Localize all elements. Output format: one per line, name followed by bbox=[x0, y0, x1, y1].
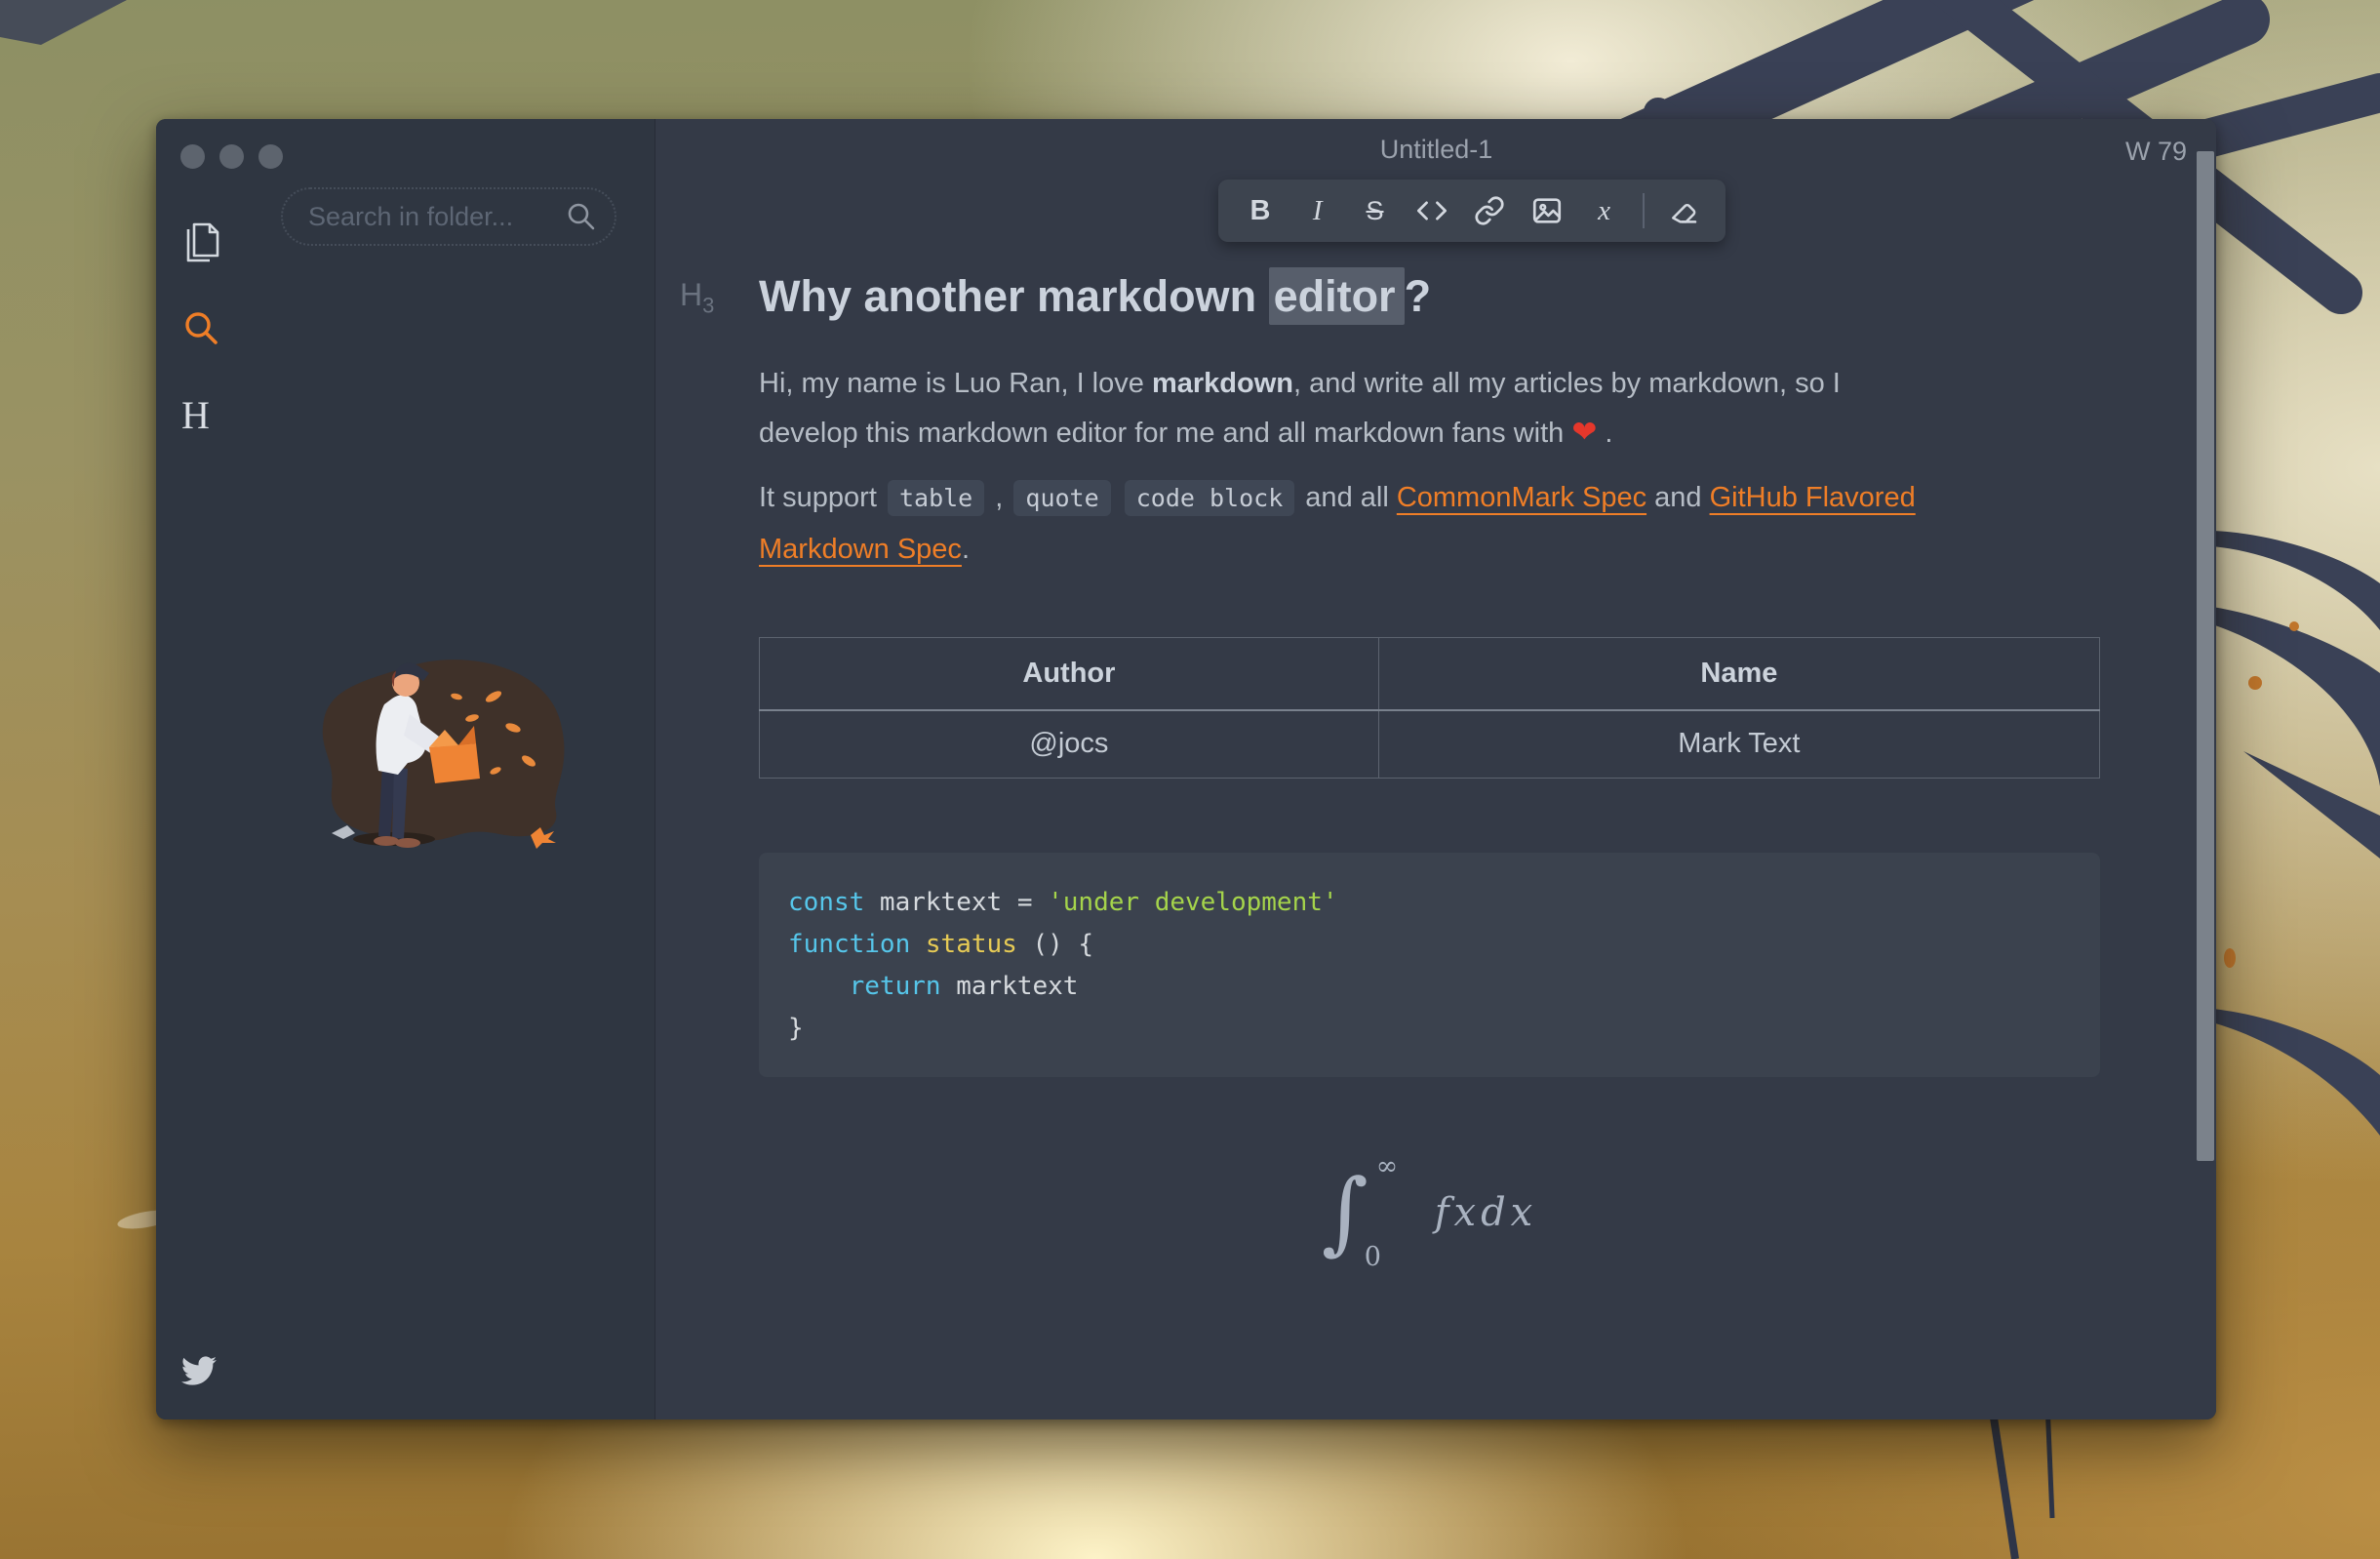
eraser-icon bbox=[1672, 203, 1697, 223]
window-zoom-button[interactable] bbox=[258, 144, 283, 169]
clear-format-button[interactable] bbox=[1665, 189, 1702, 232]
search-in-folder-field bbox=[281, 187, 616, 246]
table-row: @jocs Mark Text bbox=[759, 709, 2101, 779]
strikethrough-button[interactable]: S bbox=[1357, 189, 1394, 232]
twitter-icon bbox=[181, 1356, 217, 1385]
editor-area: Untitled-1 W 79 B I S x H3 Why another m… bbox=[656, 119, 2216, 1419]
search-input[interactable] bbox=[308, 201, 566, 232]
format-toolbar: B I S x bbox=[1218, 180, 1726, 242]
marktext-window: H bbox=[156, 119, 2216, 1419]
toolbar-divider bbox=[1643, 193, 1646, 228]
document-title: Untitled-1 bbox=[1379, 135, 1493, 164]
author-table: Author Name @jocs Mark Text bbox=[759, 637, 2101, 779]
document-heading[interactable]: Why another markdown editor? bbox=[759, 258, 2105, 336]
math-block[interactable]: ∫ ∞ 0 fxdx bbox=[759, 1151, 2100, 1272]
paragraph-features[interactable]: It support table , quote code block and … bbox=[759, 472, 2110, 575]
paragraph-intro[interactable]: Hi, my name is Luo Ran, I love markdown,… bbox=[759, 359, 2110, 458]
image-button[interactable] bbox=[1528, 189, 1566, 232]
sidebar-search-tab[interactable] bbox=[183, 310, 220, 347]
integral-limits: ∞ 0 bbox=[1364, 1151, 1399, 1272]
empty-illustration bbox=[322, 660, 565, 849]
code-block[interactable]: const marktext = 'under development' func… bbox=[759, 853, 2100, 1077]
table-cell-name[interactable]: Mark Text bbox=[1377, 709, 2101, 779]
table-header-name[interactable]: Name bbox=[1377, 637, 2101, 711]
link-button[interactable] bbox=[1471, 189, 1508, 232]
bold-button[interactable]: B bbox=[1242, 189, 1279, 232]
sidebar: H bbox=[156, 119, 655, 1419]
math-body: fxdx bbox=[1434, 1190, 1538, 1235]
scrollbar-thumb[interactable] bbox=[2197, 151, 2214, 1161]
sidebar-search-icon bbox=[185, 312, 218, 344]
code-icon bbox=[1417, 201, 1448, 220]
window-minimize-button[interactable] bbox=[219, 144, 244, 169]
sidebar-documents-button[interactable] bbox=[183, 220, 224, 265]
italic-button[interactable]: I bbox=[1299, 189, 1336, 232]
inline-math-button[interactable]: x bbox=[1586, 189, 1623, 232]
window-close-button[interactable] bbox=[180, 144, 205, 169]
heading-level-gutter: H3 bbox=[680, 277, 715, 318]
search-icon bbox=[568, 203, 595, 230]
twitter-link[interactable] bbox=[181, 1356, 217, 1385]
link-icon bbox=[1475, 196, 1504, 225]
heading-toc-icon: H bbox=[181, 393, 210, 437]
table-header-row: Author Name bbox=[759, 637, 2101, 711]
desktop-wallpaper: H bbox=[0, 0, 2380, 1559]
sidebar-toc-tab[interactable]: H bbox=[181, 392, 210, 438]
inline-code-button[interactable] bbox=[1413, 189, 1450, 232]
table-header-author[interactable]: Author bbox=[759, 637, 1379, 711]
image-icon bbox=[1532, 198, 1561, 223]
documents-icon bbox=[186, 222, 219, 262]
table-cell-author[interactable]: @jocs bbox=[759, 709, 1379, 779]
selected-text: editor bbox=[1268, 267, 1405, 325]
integral-sign: ∫ bbox=[1321, 1160, 1368, 1264]
word-count-badge: W 79 bbox=[2124, 137, 2187, 166]
